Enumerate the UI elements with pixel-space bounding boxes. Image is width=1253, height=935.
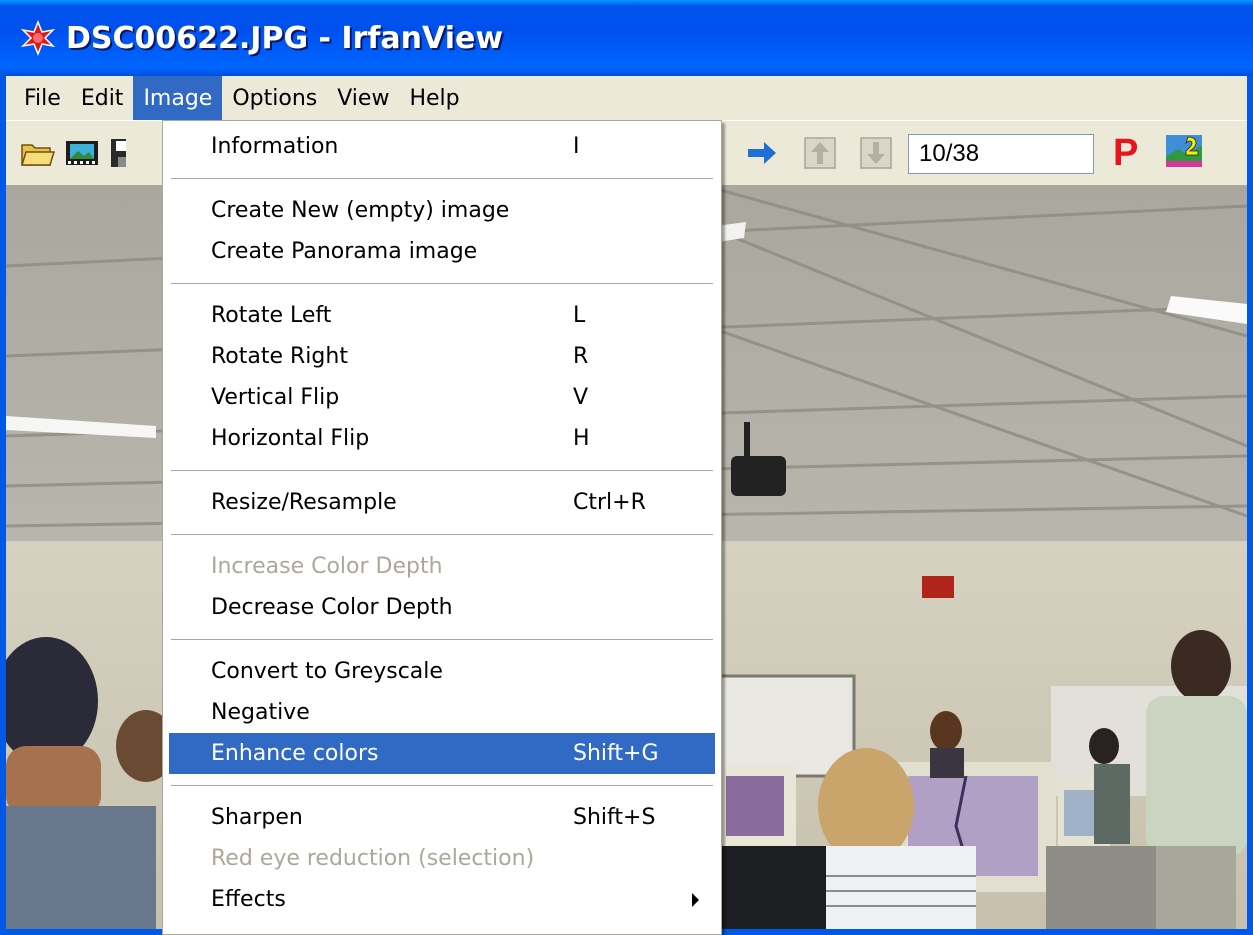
menu-item-enhance-colors[interactable]: Enhance colors Shift+G (169, 733, 715, 774)
menu-separator (171, 283, 713, 284)
menu-separator (171, 178, 713, 179)
next-arrow-icon[interactable] (744, 135, 780, 171)
menu-file[interactable]: File (14, 76, 71, 120)
menu-item-create-panorama[interactable]: Create Panorama image (169, 231, 715, 272)
menu-item-increase-color-depth: Increase Color Depth (211, 554, 443, 579)
shortcut-label: R (573, 344, 589, 369)
image-menu-dropdown: Information I Create New (empty) image C… (162, 120, 722, 935)
menu-item-red-eye-reduction: Red eye reduction (selection) (211, 846, 535, 871)
menu-item-information[interactable]: Information I (169, 126, 715, 167)
menu-separator (171, 470, 713, 471)
irfanview-cat-icon (16, 16, 60, 60)
menu-item-rotate-right[interactable]: Rotate Right R (169, 336, 715, 377)
open-folder-icon[interactable] (20, 135, 56, 171)
irfanview-2-icon[interactable] (1164, 131, 1202, 167)
menu-item-negative[interactable]: Negative (169, 692, 715, 733)
shortcut-label: V (573, 385, 589, 410)
menu-item-effects[interactable]: Effects (169, 879, 715, 920)
menu-help[interactable]: Help (399, 76, 469, 120)
menu-item-convert-greyscale[interactable]: Convert to Greyscale (169, 651, 715, 692)
window-title: DSC00622.JPG - IrfanView (66, 20, 504, 56)
previous-file-icon[interactable] (802, 135, 838, 171)
title-bar[interactable]: DSC00622.JPG - IrfanView (0, 0, 1253, 76)
shortcut-label: L (573, 303, 586, 328)
menu-item-sharpen[interactable]: Sharpen Shift+S (169, 797, 715, 838)
menu-separator (171, 534, 713, 535)
irfanview-window: DSC00622.JPG - IrfanView File Edit Image… (0, 0, 1253, 935)
shortcut-label: Ctrl+R (573, 490, 646, 515)
menu-separator (171, 639, 713, 640)
menu-item-resize-resample[interactable]: Resize/Resample Ctrl+R (169, 482, 715, 523)
menu-item-horizontal-flip[interactable]: Horizontal Flip H (169, 418, 715, 459)
menu-view[interactable]: View (327, 76, 399, 120)
slideshow-icon[interactable] (64, 135, 100, 171)
next-file-icon[interactable] (858, 135, 894, 171)
shortcut-label: Shift+G (573, 741, 659, 766)
shortcut-label: H (573, 426, 590, 451)
submenu-arrow-icon (692, 892, 699, 907)
menu-options[interactable]: Options (222, 76, 327, 120)
page-counter-field[interactable]: 10/38 (908, 134, 1094, 174)
save-icon[interactable] (108, 135, 126, 171)
shortcut-label: Shift+S (573, 805, 656, 830)
menu-image[interactable]: Image (133, 76, 223, 120)
menu-edit[interactable]: Edit (71, 76, 134, 120)
menu-item-create-new-image[interactable]: Create New (empty) image (169, 190, 715, 231)
menu-separator (171, 785, 713, 786)
paint-icon[interactable]: P (1113, 133, 1138, 173)
shortcut-label: I (573, 134, 580, 159)
menu-item-decrease-color-depth[interactable]: Decrease Color Depth (169, 587, 715, 628)
menu-item-vertical-flip[interactable]: Vertical Flip V (169, 377, 715, 418)
menu-item-rotate-left[interactable]: Rotate Left L (169, 295, 715, 336)
menu-bar: File Edit Image Options View Help (6, 76, 1247, 120)
